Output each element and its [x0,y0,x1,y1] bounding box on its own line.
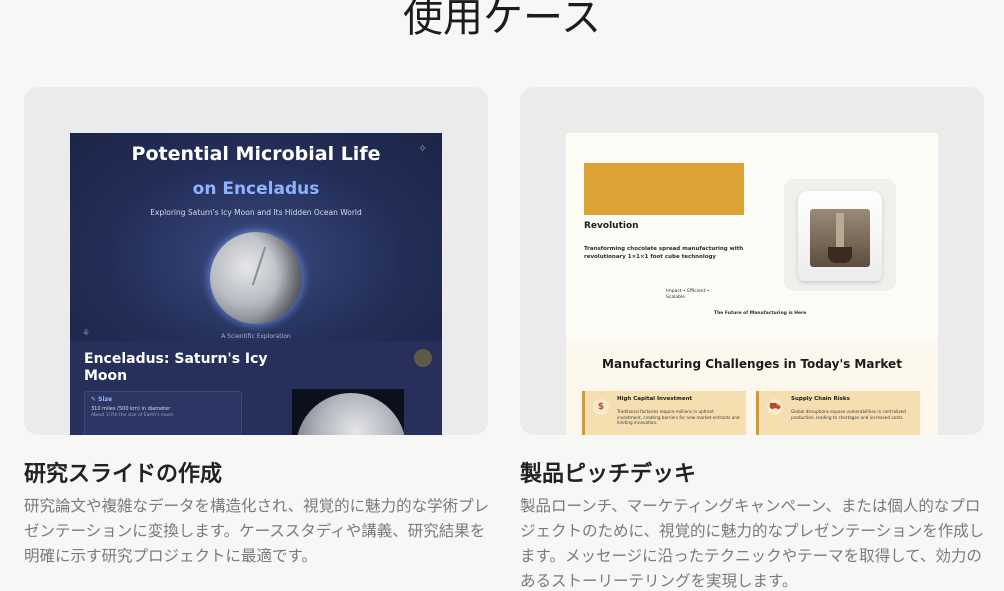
slide-heading: Potential Microbial Life [131,143,381,165]
plant-icon: ⚘ [82,329,91,339]
slide-section-title: Manufacturing Challenges in Today's Mark… [602,357,902,371]
moon-photo [292,389,404,435]
slide-impact: Impact • Efficient • Scalable [666,289,710,300]
research-card-description: 研究論文や複雑なデータを構造化され、視覚的に魅力的な学術プレゼンテーションに変換… [24,497,490,565]
challenge-box-capital: $ High Capital Investment Traditional fa… [582,391,746,435]
section-title: 使用ケース [403,0,601,41]
gold-banner [584,163,744,215]
slide-section-title: Enceladus: Saturn's Icy Moon [84,351,268,384]
challenge-box-supply: ⛟ Supply Chain Risks Global disruptions … [756,391,920,435]
slide-tagline: The Future of Manufacturing is Here [714,311,807,316]
info-label: ✎ Size [91,396,235,403]
info-box: ✎ Size 310 miles (500 km) in diameter Ab… [84,391,242,435]
challenge-desc: Global disruptions expose vulnerabilitie… [791,409,906,420]
research-slide-thumbnail: Potential Microbial Life on Enceladus Ex… [70,133,442,435]
challenge-title: High Capital Investment [617,396,693,402]
info-value: 310 miles (500 km) in diameter [91,406,171,412]
slide-hero: Revolution Transforming chocolate spread… [566,133,938,341]
challenge-title: Supply Chain Risks [791,396,850,402]
slide-section-2: Enceladus: Saturn's Icy Moon ✎ Size 310 … [70,341,442,435]
info-note: About 1/7th the size of Earth's moon [91,413,174,418]
truck-icon: ⛟ [767,399,783,415]
slide-caption: A Scientific Exploration [221,333,291,340]
pitch-card-preview[interactable]: Revolution Transforming chocolate spread… [520,87,984,435]
pencil-icon: ✎ [91,396,97,403]
research-card-title: 研究スライドの作成 [24,462,223,487]
slide-heading-2: on Enceladus [192,179,320,199]
slide-section-2: Manufacturing Challenges in Today's Mark… [566,341,938,435]
moon-image [210,232,302,324]
pitch-slide-thumbnail: Revolution Transforming chocolate spread… [566,133,938,435]
research-card-preview[interactable]: Potential Microbial Life on Enceladus Ex… [24,87,488,435]
pitch-card-description: 製品ローンチ、マーケティングキャンペーン、または個人的なプロジェクトのために、視… [520,497,985,590]
info-label-text: Size [98,396,113,403]
sparkle-icon: ✧ [418,142,428,155]
slide-subtitle: Exploring Saturn's Icy Moon and Its Hidd… [150,208,362,217]
pitch-card-title: 製品ピッチデッキ [520,462,697,487]
circle-icon [414,349,432,367]
slide-hero: Potential Microbial Life on Enceladus Ex… [70,133,442,341]
moon-closeup [296,393,404,435]
slide-heading: Revolution [584,221,639,231]
challenge-desc: Traditional factories require millions i… [617,409,740,425]
slide-description: Transforming chocolate spread manufactur… [584,246,744,260]
dollar-icon: $ [593,399,609,415]
machine-cup [828,247,852,263]
machine-image [784,179,896,291]
